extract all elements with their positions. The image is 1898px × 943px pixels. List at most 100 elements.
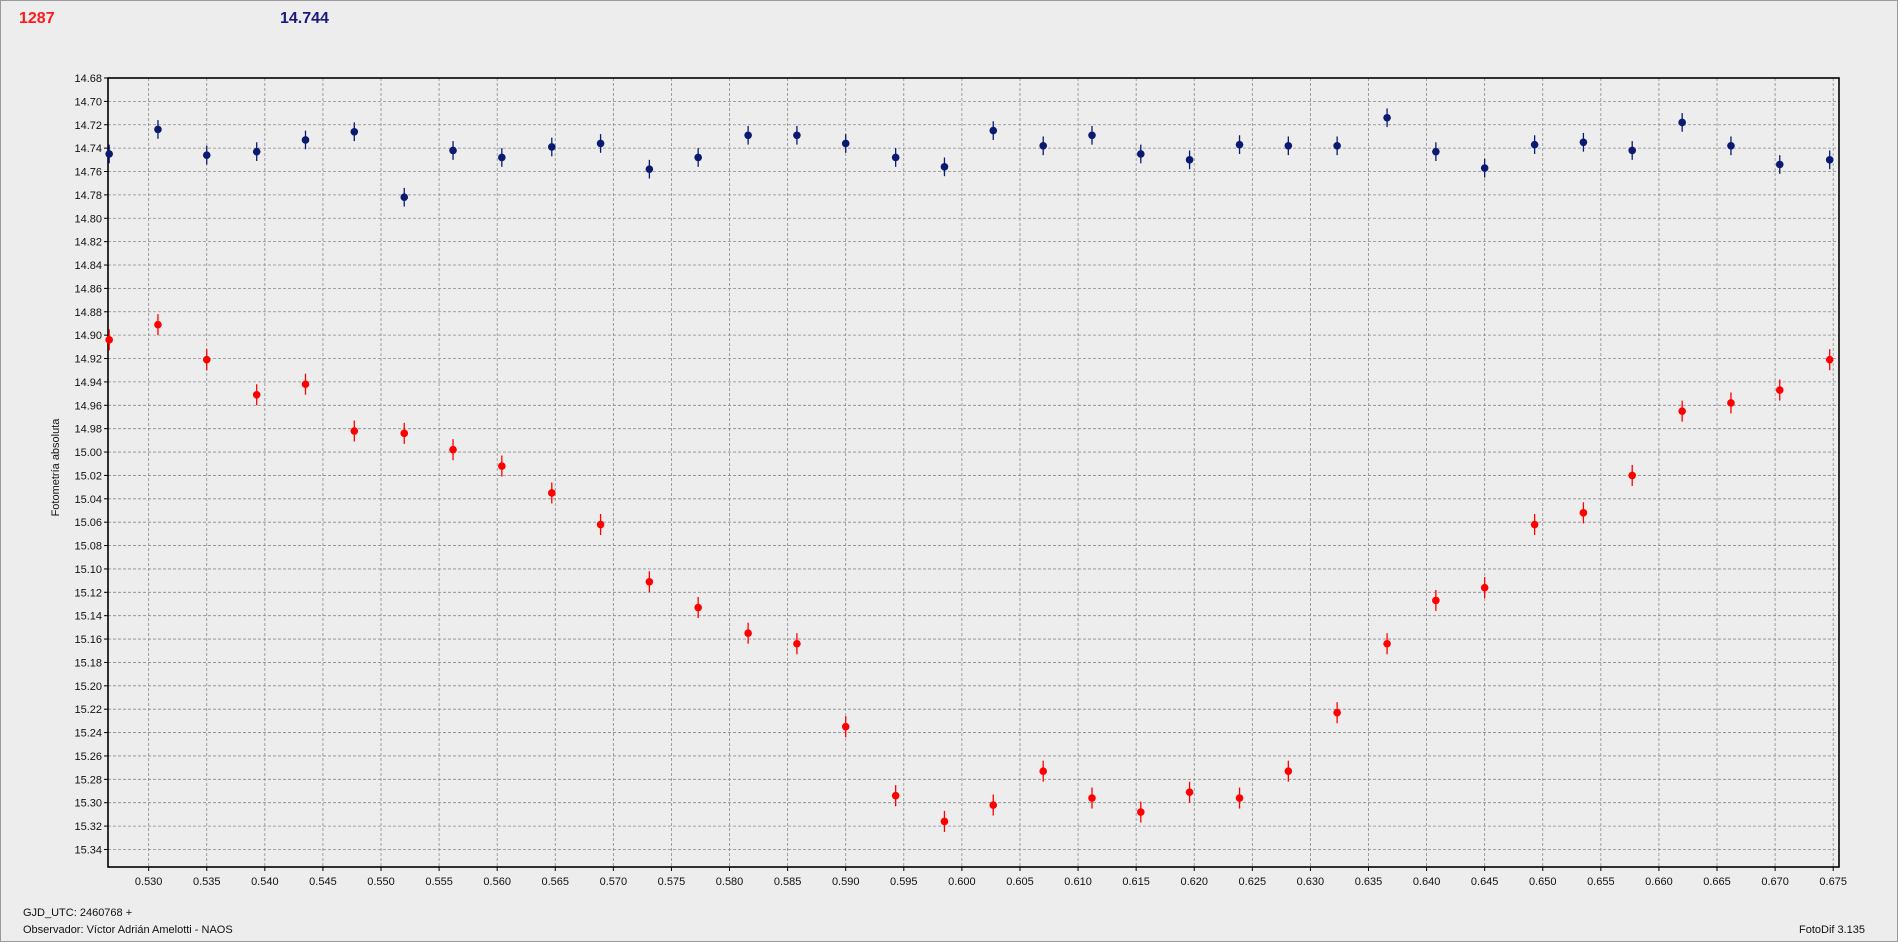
x-tick-label: 0.620 [1180,876,1208,888]
comparison-data-point [1480,164,1489,172]
comparison-data-point [202,151,211,159]
x-tick-label: 0.640 [1413,876,1441,888]
y-tick-label: 15.12 [74,587,102,599]
target-data-point [301,380,310,389]
comparison-data-point [989,126,998,135]
target-data-point [1628,471,1637,480]
target-data-point [1432,596,1440,605]
comparison-data-point [1039,141,1048,150]
target-data-point [1088,794,1096,802]
plot-window: 1287 14.744 14.68 14.70 14.72 14.74 14.76 14.… [0,0,1898,942]
comparison-data-point [1185,156,1194,164]
comparison-data-point [891,153,900,162]
target-data-point [1480,583,1489,592]
y-tick-label: 14.92 [74,354,102,366]
target-data-point [547,489,556,497]
x-tick-label: 0.650 [1529,876,1557,888]
comparison-data-point [1579,138,1588,147]
target-data-point [1530,520,1539,529]
target-data-point [202,355,211,364]
y-tick-label: 14.80 [74,213,102,225]
y-tick-label: 14.96 [74,400,102,412]
y-tick-label: 15.28 [74,774,102,786]
y-tick-label: 14.90 [74,330,102,342]
y-tick-label: 15.08 [74,541,102,553]
target-data-point [891,791,900,800]
target-data-point [793,639,801,648]
x-tick-label: 0.655 [1587,876,1615,888]
x-tick-label: 0.675 [1819,876,1847,888]
comparison-data-point [645,165,654,173]
observer-label: Observador: Víctor Adrián Amelotti - NAO… [23,924,233,936]
y-tick-label: 15.22 [74,704,102,716]
x-tick-label: 0.595 [890,876,918,888]
comparison-data-point [350,127,359,136]
x-tick-label: 0.535 [193,876,221,888]
comparison-data-point [1678,118,1686,127]
target-data-point [694,603,702,612]
y-tick-label: 15.30 [74,798,102,810]
comparison-data-point [498,153,506,162]
target-data-point [350,427,359,435]
x-tick-label: 0.590 [832,876,860,888]
y-tick-label: 15.20 [74,681,102,693]
target-data-point [1678,407,1686,415]
comparison-data-point [547,143,556,151]
comparison-data-point [154,125,162,134]
target-data-point [449,445,457,454]
y-tick-label: 15.04 [74,494,102,506]
y-tick-label: 14.98 [74,424,102,436]
y-tick-label: 15.34 [74,844,102,856]
comparison-data-point [694,153,702,162]
x-tick-label: 0.545 [309,876,337,888]
x-tick-label: 0.540 [251,876,279,888]
software-version-label: FotoDif 3.135 [1799,924,1866,936]
y-tick-label: 15.06 [74,517,102,529]
target-data-point [1727,399,1735,407]
y-axis-label: Fotometría absoluta [50,418,62,517]
x-tick-label: 0.660 [1645,876,1673,888]
target-data-point [744,629,752,638]
comparison-data-point [1825,156,1834,164]
y-tick-label: 15.10 [74,564,102,576]
target-data-point [400,429,409,438]
x-tick-label: 0.615 [1122,876,1150,888]
target-data-point [1383,639,1391,648]
y-tick-label: 14.84 [74,260,102,272]
comparison-data-point [1284,141,1293,150]
y-tick-label: 14.72 [74,120,102,132]
x-tick-label: 0.605 [1006,876,1034,888]
y-tick-label: 14.68 [74,73,102,85]
x-tick-label: 0.630 [1297,876,1325,888]
x-tick-label: 0.635 [1355,876,1383,888]
y-tick-label: 15.16 [74,634,102,646]
comparison-data-point [1530,140,1539,149]
y-tick-label: 15.32 [74,821,102,833]
target-data-point [1235,794,1244,802]
x-tick-label: 0.560 [483,876,511,888]
target-data-point [498,462,506,470]
comparison-data-point [1432,147,1440,156]
target-data-point [989,801,998,809]
target-data-point [1284,767,1293,775]
x-tick-label: 0.665 [1703,876,1731,888]
comparison-data-point [793,131,801,140]
y-tick-label: 15.26 [74,751,102,763]
x-tick-label: 0.610 [1064,876,1092,888]
x-tick-label: 0.575 [658,876,686,888]
y-tick-label: 14.82 [74,237,102,249]
comparison-data-point [449,146,457,155]
y-tick-label: 14.86 [74,283,102,295]
target-data-point [105,336,113,344]
x-tick-label: 0.565 [542,876,570,888]
comparison-data-point [1088,131,1096,140]
x-tick-label: 0.550 [367,876,395,888]
comparison-data-point [596,139,605,148]
target-data-point [1775,386,1784,394]
light-curve-chart: 14.68 14.70 14.72 14.74 14.76 14.78 14.80 14.82… [50,73,1847,888]
comparison-data-point [1383,113,1391,122]
x-tick-label: 0.570 [600,876,628,888]
x-tick-label: 0.625 [1239,876,1267,888]
y-tick-label: 14.70 [74,96,102,108]
comparison-data-point [940,163,949,171]
